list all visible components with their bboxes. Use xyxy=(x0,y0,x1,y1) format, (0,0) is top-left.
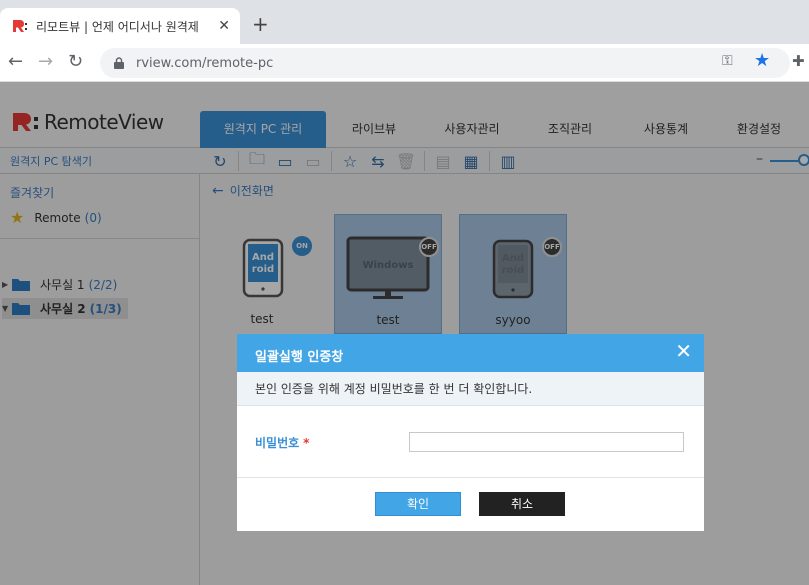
forward-icon[interactable]: → xyxy=(38,52,53,72)
remoteview-favicon-icon xyxy=(13,20,27,32)
reload-icon[interactable]: ↻ xyxy=(68,52,83,72)
required-mark: * xyxy=(303,436,310,450)
dialog-body: 비밀번호 * xyxy=(237,406,704,478)
dialog-header: 일괄실행 인증창 ✕ xyxy=(237,334,704,372)
lock-icon xyxy=(114,57,124,69)
url-text: rview.com/remote-pc xyxy=(136,55,274,71)
password-label: 비밀번호 * xyxy=(255,434,309,451)
key-icon[interactable]: ⚿ xyxy=(722,53,733,69)
confirm-button[interactable]: 확인 xyxy=(375,492,461,516)
browser-tab[interactable]: 리모트뷰 | 언제 어디서나 원격제 ✕ xyxy=(0,8,240,44)
dialog-title: 일괄실행 인증창 xyxy=(255,350,344,365)
password-label-text: 비밀번호 xyxy=(255,436,300,450)
dialog-footer: 확인 취소 xyxy=(237,478,704,530)
new-tab-button[interactable]: + xyxy=(252,14,269,34)
tab-close-icon[interactable]: ✕ xyxy=(218,18,230,34)
browser-toolbar: ← → ↻ rview.com/remote-pc xyxy=(0,44,809,82)
tab-title: 리모트뷰 | 언제 어디서나 원격제 xyxy=(36,19,199,34)
back-icon[interactable]: ← xyxy=(8,52,23,72)
auth-dialog: 일괄실행 인증창 ✕ 본인 인증을 위해 계정 비밀번호를 한 번 더 확인합니… xyxy=(237,334,704,531)
password-field[interactable] xyxy=(409,432,684,452)
cancel-button[interactable]: 취소 xyxy=(479,492,565,516)
close-icon[interactable]: ✕ xyxy=(675,341,692,361)
extensions-icon[interactable]: ✚ xyxy=(792,52,805,70)
bookmark-star-icon[interactable]: ★ xyxy=(754,50,770,71)
browser-tabbar: 리모트뷰 | 언제 어디서나 원격제 ✕ + xyxy=(0,0,809,44)
address-bar[interactable]: rview.com/remote-pc xyxy=(100,48,790,78)
dialog-description: 본인 인증을 위해 계정 비밀번호를 한 번 더 확인합니다. xyxy=(237,372,704,406)
